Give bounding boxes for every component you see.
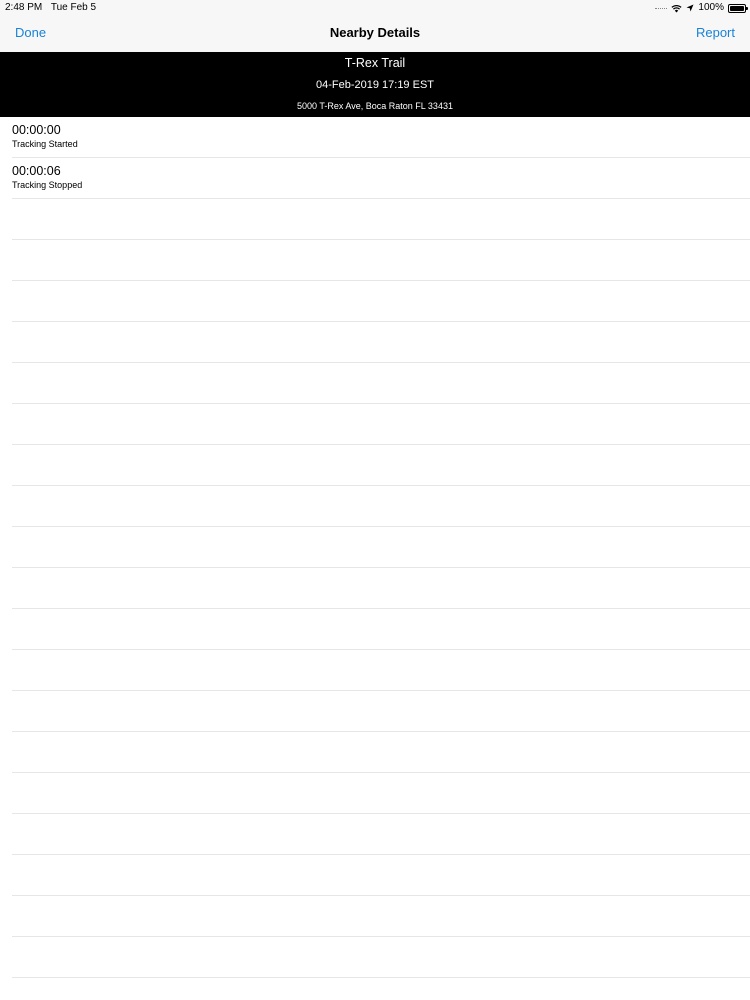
empty-row xyxy=(12,527,750,568)
empty-row xyxy=(12,486,750,527)
location-name: T-Rex Trail xyxy=(344,56,406,70)
event-time: 00:00:06 xyxy=(12,164,61,178)
empty-row xyxy=(12,404,750,445)
page-title: Nearby Details xyxy=(329,25,421,40)
empty-row xyxy=(12,773,750,814)
event-label: Tracking Stopped xyxy=(12,180,83,190)
status-right: 100% xyxy=(655,0,748,16)
empty-row xyxy=(12,445,750,486)
empty-row xyxy=(12,568,750,609)
event-time: 00:00:00 xyxy=(12,123,61,137)
status-time: 2:48 PM xyxy=(5,2,43,13)
location-arrow-icon xyxy=(686,4,694,12)
status-left: 2:48 PM Tue Feb 5 xyxy=(5,0,102,16)
wifi-icon xyxy=(671,4,682,12)
empty-row xyxy=(12,732,750,773)
empty-row xyxy=(12,814,750,855)
navigation-bar: Nearby Details Done Report xyxy=(0,16,750,52)
list-item[interactable]: 00:00:06 Tracking Stopped xyxy=(12,158,750,199)
empty-row xyxy=(12,199,750,240)
location-header: T-Rex Trail 04-Feb-2019 17:19 EST 5000 T… xyxy=(0,52,750,117)
empty-row xyxy=(12,281,750,322)
status-bar: 2:48 PM Tue Feb 5 100% xyxy=(0,0,750,16)
list-item[interactable]: 00:00:00 Tracking Started xyxy=(12,117,750,158)
empty-row xyxy=(12,855,750,896)
empty-row xyxy=(12,691,750,732)
signal-dots-icon xyxy=(655,8,668,12)
event-label: Tracking Started xyxy=(12,139,78,149)
report-button[interactable]: Report xyxy=(696,16,735,52)
empty-row xyxy=(12,363,750,404)
event-list: 00:00:00 Tracking Started 00:00:06 Tracking… xyxy=(0,117,750,978)
empty-row xyxy=(12,322,750,363)
battery-percent: 100% xyxy=(698,2,724,13)
empty-row xyxy=(12,650,750,691)
status-date: Tue Feb 5 xyxy=(50,2,97,13)
done-button[interactable]: Done xyxy=(15,16,46,52)
location-address: 5000 T-Rex Ave, Boca Raton FL 33431 xyxy=(297,101,453,111)
empty-row xyxy=(12,896,750,937)
battery-icon xyxy=(728,3,748,13)
empty-row xyxy=(12,240,750,281)
location-datetime: 04-Feb-2019 17:19 EST xyxy=(315,79,435,91)
empty-row xyxy=(12,937,750,978)
empty-row xyxy=(12,609,750,650)
